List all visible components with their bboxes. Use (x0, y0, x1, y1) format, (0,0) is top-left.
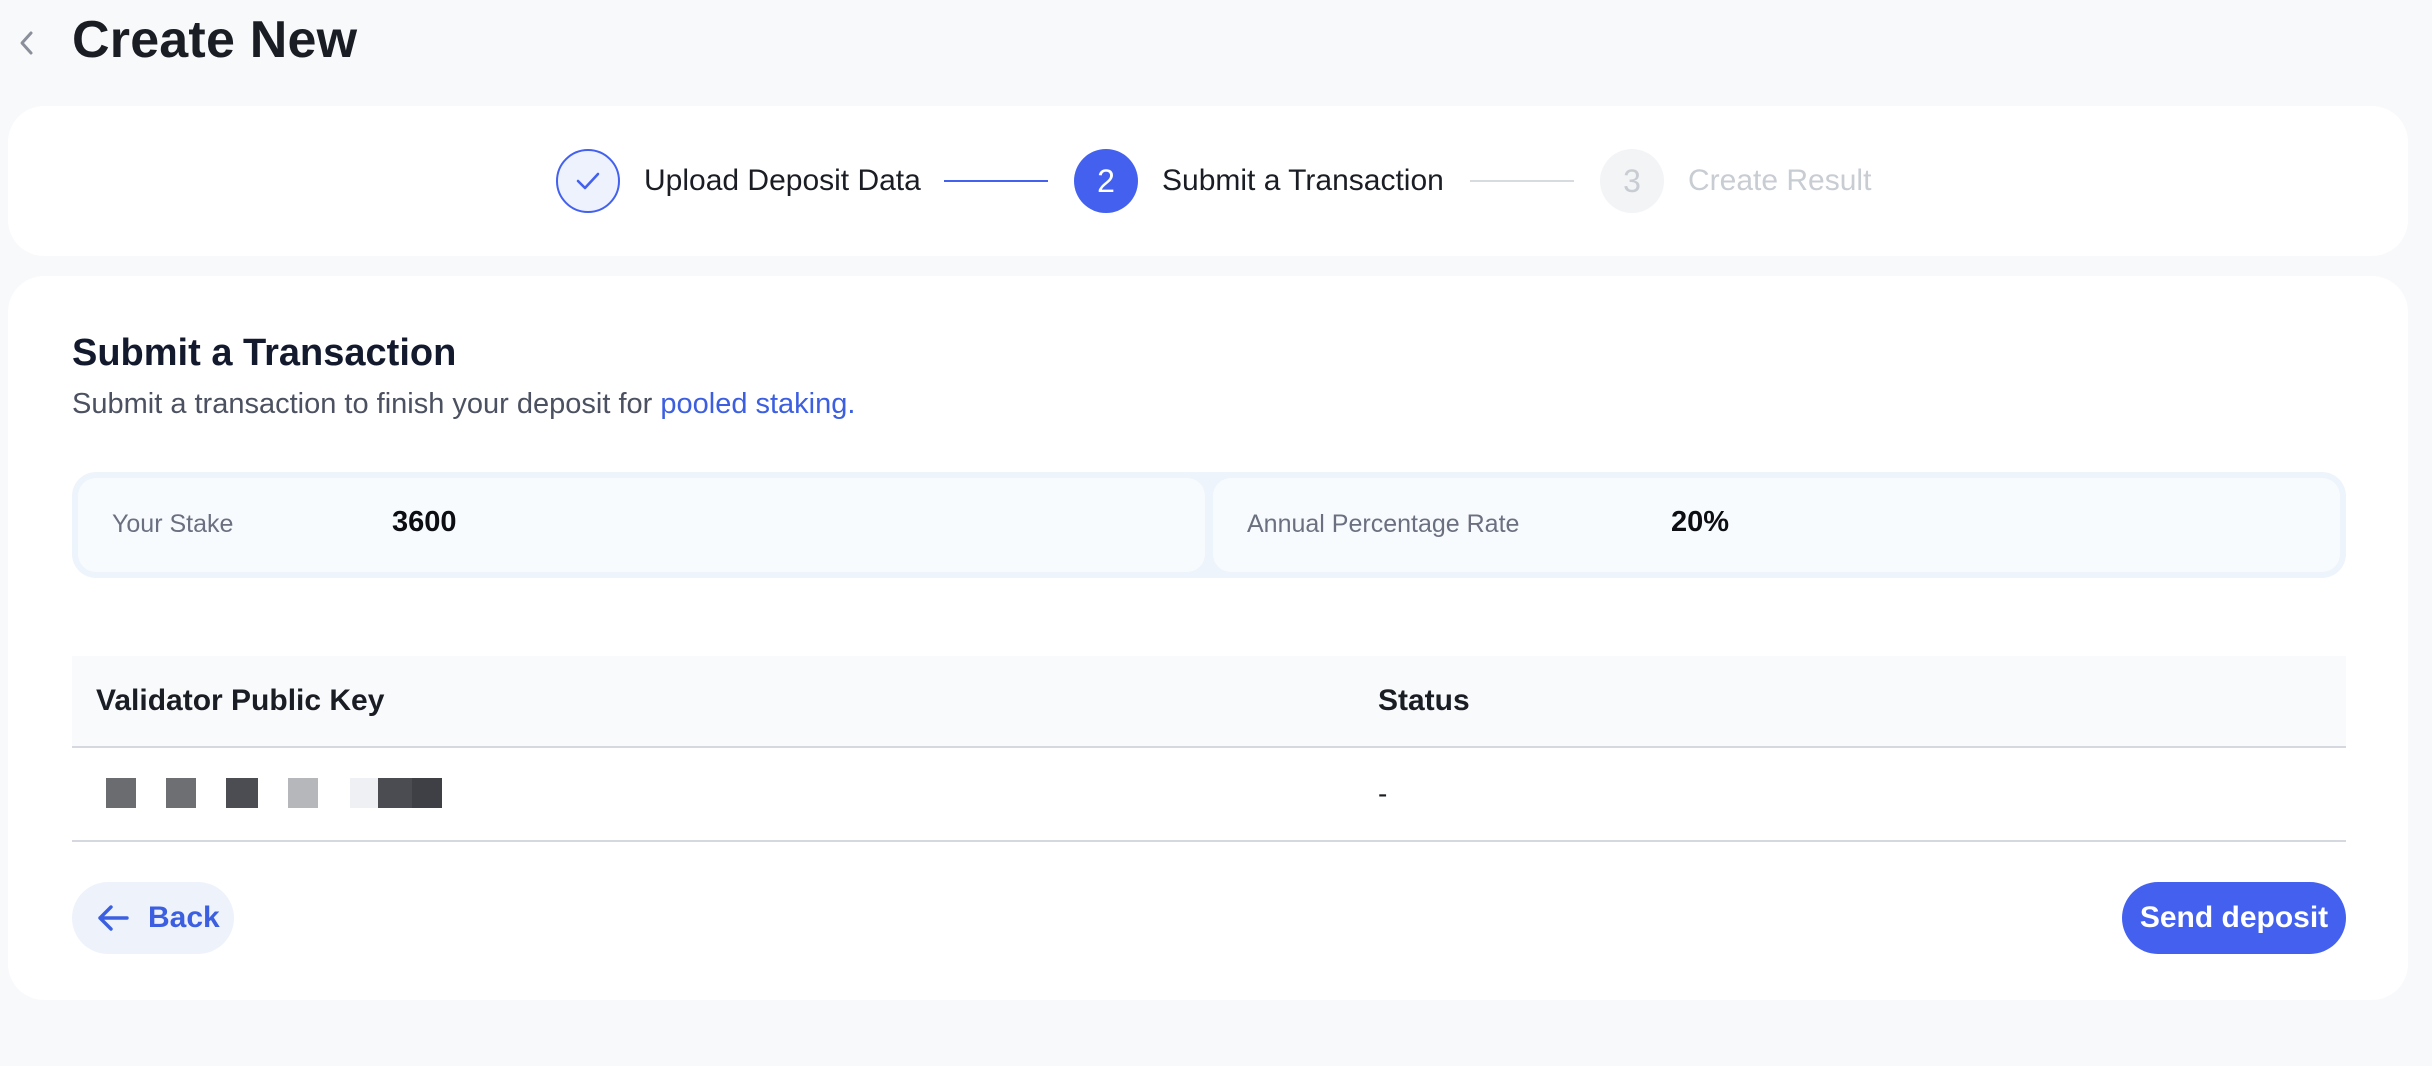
apr-label: Annual Percentage Rate (1247, 510, 1520, 538)
step-upload-deposit-data: Upload Deposit Data (556, 148, 921, 214)
send-deposit-button[interactable]: Send deposit (2122, 882, 2346, 954)
stepper: Upload Deposit Data 2 Submit a Transacti… (8, 106, 2408, 256)
table-row: - (72, 748, 2346, 842)
step-connector (944, 180, 1048, 182)
step-submit-transaction: 2 Submit a Transaction (1074, 148, 1444, 214)
step-label: Submit a Transaction (1162, 164, 1444, 197)
check-icon (576, 172, 600, 190)
pooled-staking-link[interactable]: pooled staking. (660, 388, 855, 420)
arrow-left-icon (98, 905, 129, 931)
validator-table: Validator Public Key Status - (72, 656, 2346, 842)
back-button-label: Back (148, 901, 220, 934)
status-cell: - (1378, 778, 1388, 809)
section-subtitle: Submit a transaction to finish your depo… (72, 388, 855, 421)
column-header-public-key: Validator Public Key (96, 684, 385, 717)
stake-panel: Your Stake 3600 (78, 478, 1205, 572)
stake-value: 3600 (392, 506, 457, 538)
step-label: Upload Deposit Data (644, 164, 921, 197)
transaction-card: Submit a Transaction Submit a transactio… (8, 276, 2408, 1000)
subtitle-text: Submit a transaction to finish your depo… (72, 388, 661, 420)
step-create-result: 3 Create Result (1600, 148, 1871, 214)
section-title: Submit a Transaction (72, 332, 457, 374)
chevron-left-icon[interactable] (14, 28, 38, 58)
apr-panel: Annual Percentage Rate 20% (1213, 478, 2340, 572)
step-label: Create Result (1688, 164, 1872, 197)
redacted-public-key (106, 778, 446, 808)
step-number: 2 (1074, 149, 1138, 213)
step-completed-indicator (556, 149, 620, 213)
column-header-status: Status (1378, 684, 1470, 717)
apr-value: 20% (1671, 506, 1730, 538)
stake-label: Your Stake (112, 510, 234, 538)
page: Create New Upload Deposit Data 2 Submit … (0, 0, 2432, 1066)
stake-summary: Your Stake 3600 Annual Percentage Rate 2… (72, 472, 2346, 578)
page-header: Create New (0, 0, 2432, 86)
step-connector (1470, 180, 1574, 182)
table-header: Validator Public Key Status (72, 656, 2346, 748)
step-number: 3 (1600, 149, 1664, 213)
back-button[interactable]: Back (72, 882, 234, 954)
page-title: Create New (72, 11, 358, 69)
